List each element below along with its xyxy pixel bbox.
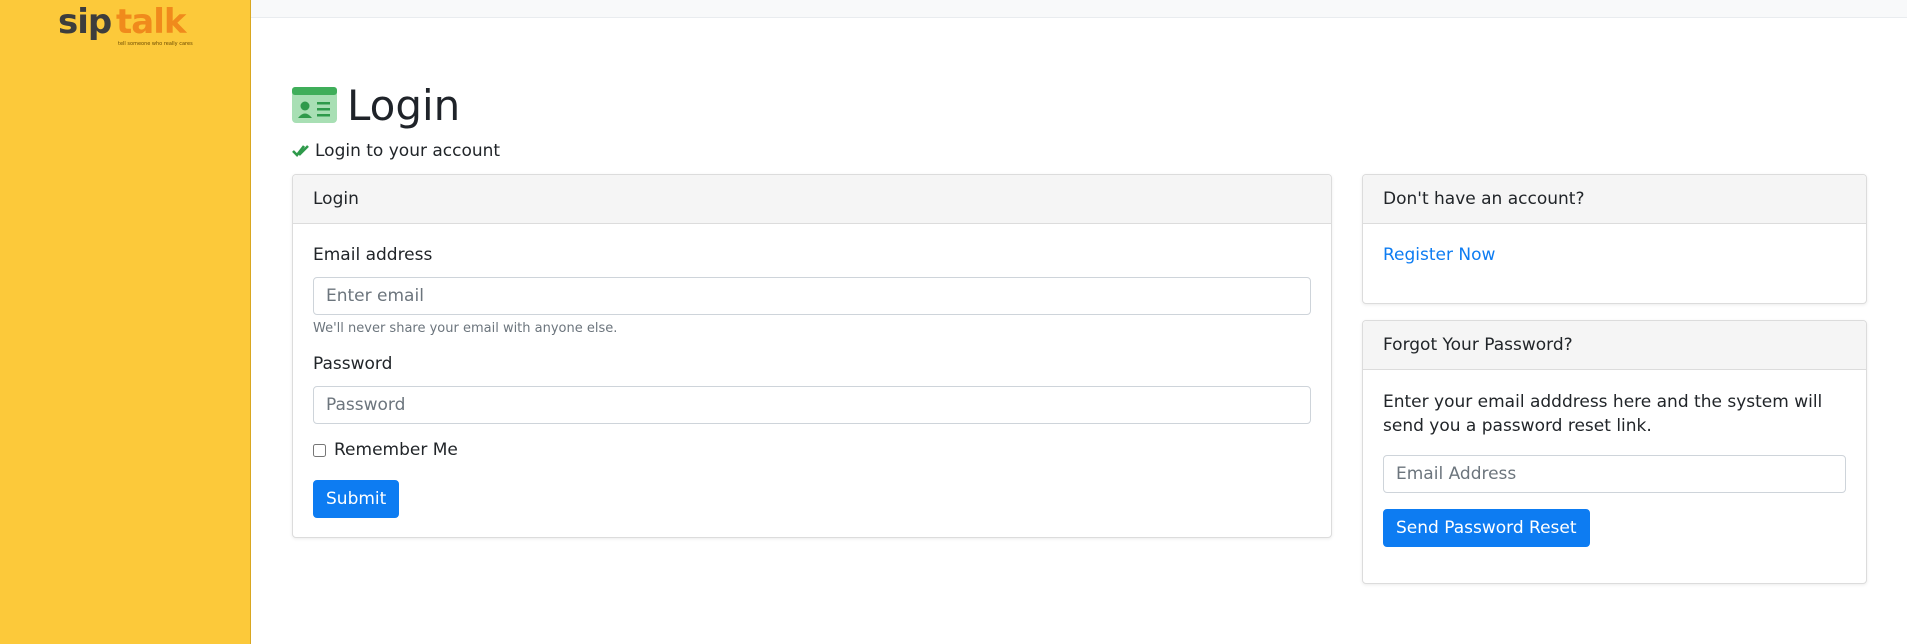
- siptalk-logo[interactable]: sip talk tell someone who really cares: [58, 2, 194, 52]
- send-password-reset-button[interactable]: Send Password Reset: [1383, 509, 1590, 547]
- forgot-password-card: Forgot Your Password? Enter your email a…: [1362, 320, 1867, 584]
- subtitle-text: Login to your account: [315, 141, 501, 161]
- login-card-header: Login: [293, 175, 1331, 224]
- forgot-description: Enter your email adddress here and the s…: [1383, 392, 1823, 436]
- submit-button[interactable]: Submit: [313, 480, 400, 518]
- top-bar: [251, 0, 1907, 18]
- password-label: Password: [313, 354, 393, 374]
- register-card-header: Don't have an account?: [1363, 175, 1866, 224]
- logo-tagline: tell someone who really cares: [118, 41, 193, 47]
- page-subtitle: Login to your account: [292, 141, 500, 161]
- register-now-link[interactable]: Register Now: [1383, 245, 1495, 265]
- forgot-card-header: Forgot Your Password?: [1363, 321, 1866, 370]
- password-input[interactable]: [313, 386, 1311, 424]
- page-title: Login: [347, 80, 461, 130]
- remember-me-label: Remember Me: [334, 440, 458, 460]
- login-card: Login Email address We'll never share yo…: [292, 174, 1332, 538]
- email-label: Email address: [313, 245, 433, 265]
- remember-me-check[interactable]: [313, 443, 326, 457]
- logo-text-sip: sip: [58, 2, 112, 42]
- page-header: Login: [292, 80, 460, 130]
- email-input[interactable]: [313, 277, 1311, 315]
- logo-text-talk: talk: [116, 2, 186, 42]
- reset-email-input[interactable]: [1383, 455, 1846, 493]
- sidebar: sip talk tell someone who really cares: [0, 0, 251, 644]
- register-card: Don't have an account? Register Now: [1362, 174, 1867, 304]
- email-help-text: We'll never share your email with anyone…: [313, 321, 618, 336]
- remember-me-checkbox[interactable]: Remember Me: [313, 440, 458, 460]
- double-check-icon: [292, 145, 309, 157]
- id-card-icon: [292, 87, 337, 123]
